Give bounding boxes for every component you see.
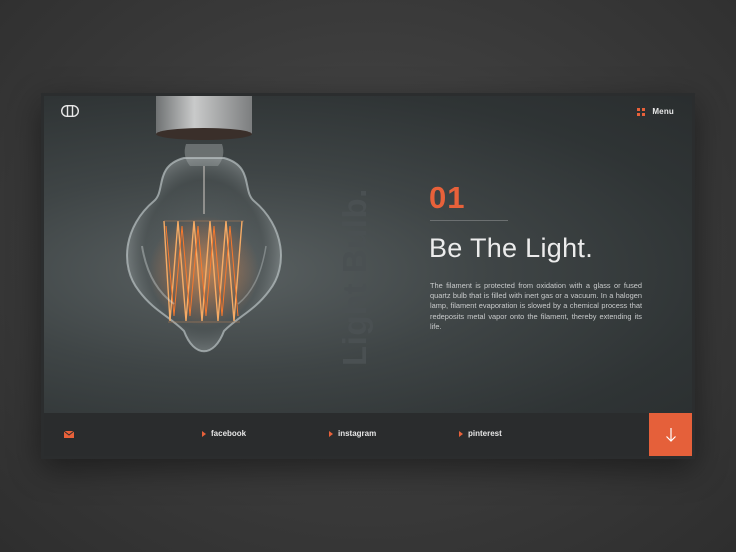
- headline: Be The Light.: [429, 233, 594, 263]
- logo-icon[interactable]: [61, 105, 79, 117]
- description-text: The filament is protected from oxidation…: [430, 281, 642, 331]
- social-link-pinterest[interactable]: pinterest: [459, 429, 502, 438]
- footer-bar: facebook instagram pinterest: [44, 413, 692, 456]
- social-link-instagram[interactable]: instagram: [329, 429, 376, 438]
- envelope-icon[interactable]: [64, 431, 74, 438]
- slide-number: 01: [429, 180, 466, 215]
- arrow-down-icon: [665, 427, 676, 442]
- light-bulb-image: [126, 96, 282, 352]
- scroll-down-button[interactable]: [649, 413, 692, 456]
- hero-section: Menu Light Bulb. 01 Be The Light. The fi…: [44, 96, 692, 416]
- menu-label: Menu: [652, 107, 674, 116]
- play-arrow-icon: [459, 430, 463, 437]
- play-arrow-icon: [202, 430, 206, 437]
- social-label: instagram: [338, 429, 377, 438]
- vertical-title: Light Bulb.: [336, 188, 373, 366]
- play-arrow-icon: [329, 430, 333, 437]
- menu-button[interactable]: Menu: [637, 107, 674, 116]
- grid-menu-icon: [637, 107, 646, 116]
- social-label: facebook: [211, 429, 247, 438]
- divider: [430, 220, 508, 221]
- social-label: pinterest: [468, 429, 502, 438]
- landing-frame: Menu Light Bulb. 01 Be The Light. The fi…: [41, 93, 695, 459]
- social-link-facebook[interactable]: facebook: [202, 429, 246, 438]
